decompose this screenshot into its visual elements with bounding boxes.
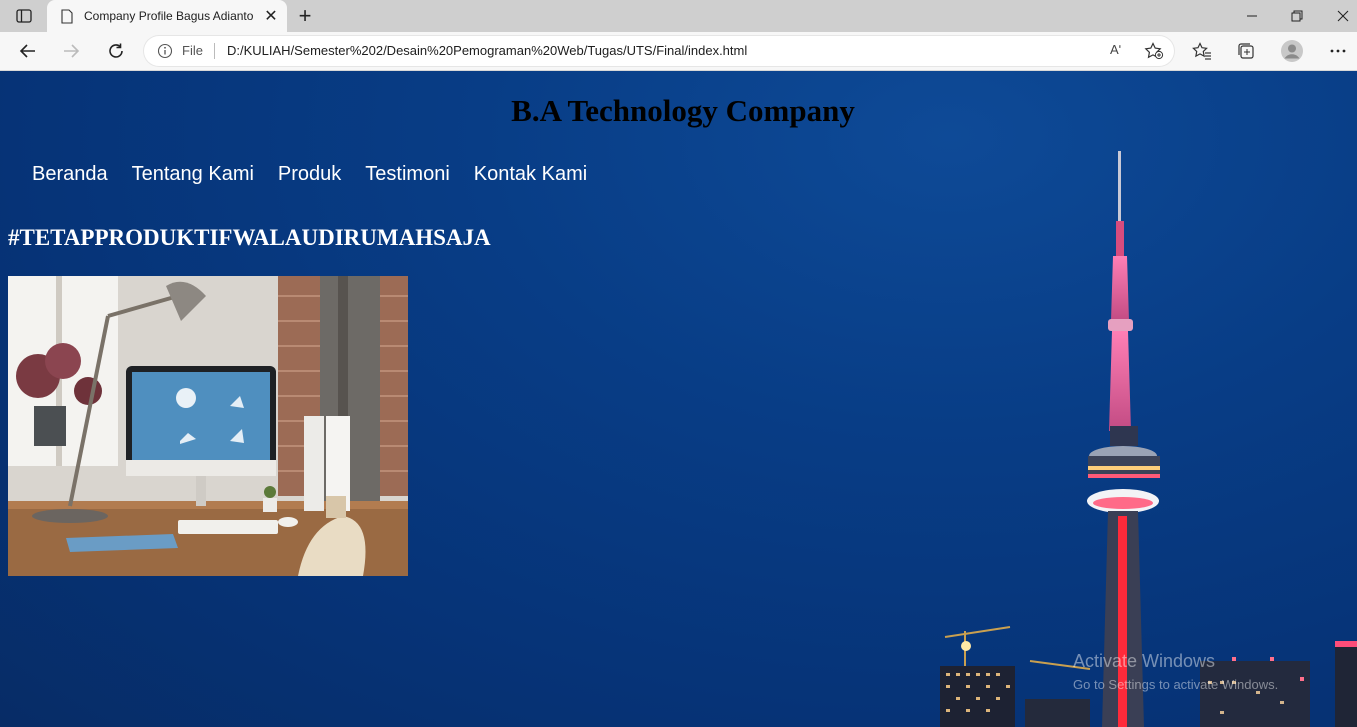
windows-activation-title: Activate Windows bbox=[1073, 651, 1216, 671]
main-navigation: Beranda Tentang Kami Produk Testimoni Ko… bbox=[32, 163, 611, 186]
slogan-heading: #TETAPPRODUKTIFWALAUDIRUMAHSAJA bbox=[8, 225, 491, 250]
page-content: B.A Technology Company Beranda Tentang K… bbox=[0, 71, 1357, 727]
back-button[interactable] bbox=[13, 36, 43, 66]
restore-button[interactable] bbox=[1274, 0, 1320, 32]
minimize-button[interactable] bbox=[1229, 0, 1275, 32]
nav-tentang-kami[interactable]: Tentang Kami bbox=[132, 163, 254, 186]
company-title: B.A Technology Company bbox=[511, 93, 855, 128]
nav-produk[interactable]: Produk bbox=[278, 163, 341, 186]
address-bar[interactable]: File D:/KULIAH/Semester%202/Desain%20Pem… bbox=[144, 36, 1174, 66]
info-icon[interactable] bbox=[157, 43, 173, 59]
tab-title: Company Profile Bagus Adianto bbox=[84, 9, 254, 23]
document-icon bbox=[61, 8, 73, 24]
new-tab-button[interactable]: + bbox=[293, 3, 317, 28]
collections-icon[interactable] bbox=[1231, 36, 1261, 66]
windows-activation-subtitle: Go to Settings to activate Windows. bbox=[1073, 677, 1279, 692]
nav-kontak-kami[interactable]: Kontak Kami bbox=[474, 163, 587, 186]
nav-testimoni[interactable]: Testimoni bbox=[365, 163, 449, 186]
browser-toolbar: File D:/KULIAH/Semester%202/Desain%20Pem… bbox=[0, 32, 1357, 71]
favorites-icon[interactable] bbox=[1187, 36, 1217, 66]
url-text[interactable]: D:/KULIAH/Semester%202/Desain%20Pemogram… bbox=[227, 43, 747, 58]
profile-avatar-icon[interactable] bbox=[1277, 36, 1307, 66]
close-window-button[interactable] bbox=[1320, 0, 1357, 32]
browser-tab-bar: Company Profile Bagus Adianto ✕ + bbox=[0, 0, 1357, 32]
read-aloud-icon[interactable]: Aʹ bbox=[1110, 42, 1128, 60]
tab-actions-icon[interactable] bbox=[10, 6, 38, 26]
workspace-desk-photo bbox=[8, 276, 408, 576]
refresh-button[interactable] bbox=[101, 36, 131, 66]
close-tab-icon[interactable]: ✕ bbox=[261, 6, 281, 26]
address-separator bbox=[214, 43, 215, 59]
add-favorite-icon[interactable] bbox=[1144, 42, 1164, 60]
forward-button[interactable] bbox=[56, 36, 86, 66]
more-menu-icon[interactable] bbox=[1323, 36, 1353, 66]
browser-tab-active[interactable]: Company Profile Bagus Adianto ✕ bbox=[47, 0, 287, 32]
scheme-label: File bbox=[182, 43, 203, 58]
nav-beranda[interactable]: Beranda bbox=[32, 163, 108, 186]
